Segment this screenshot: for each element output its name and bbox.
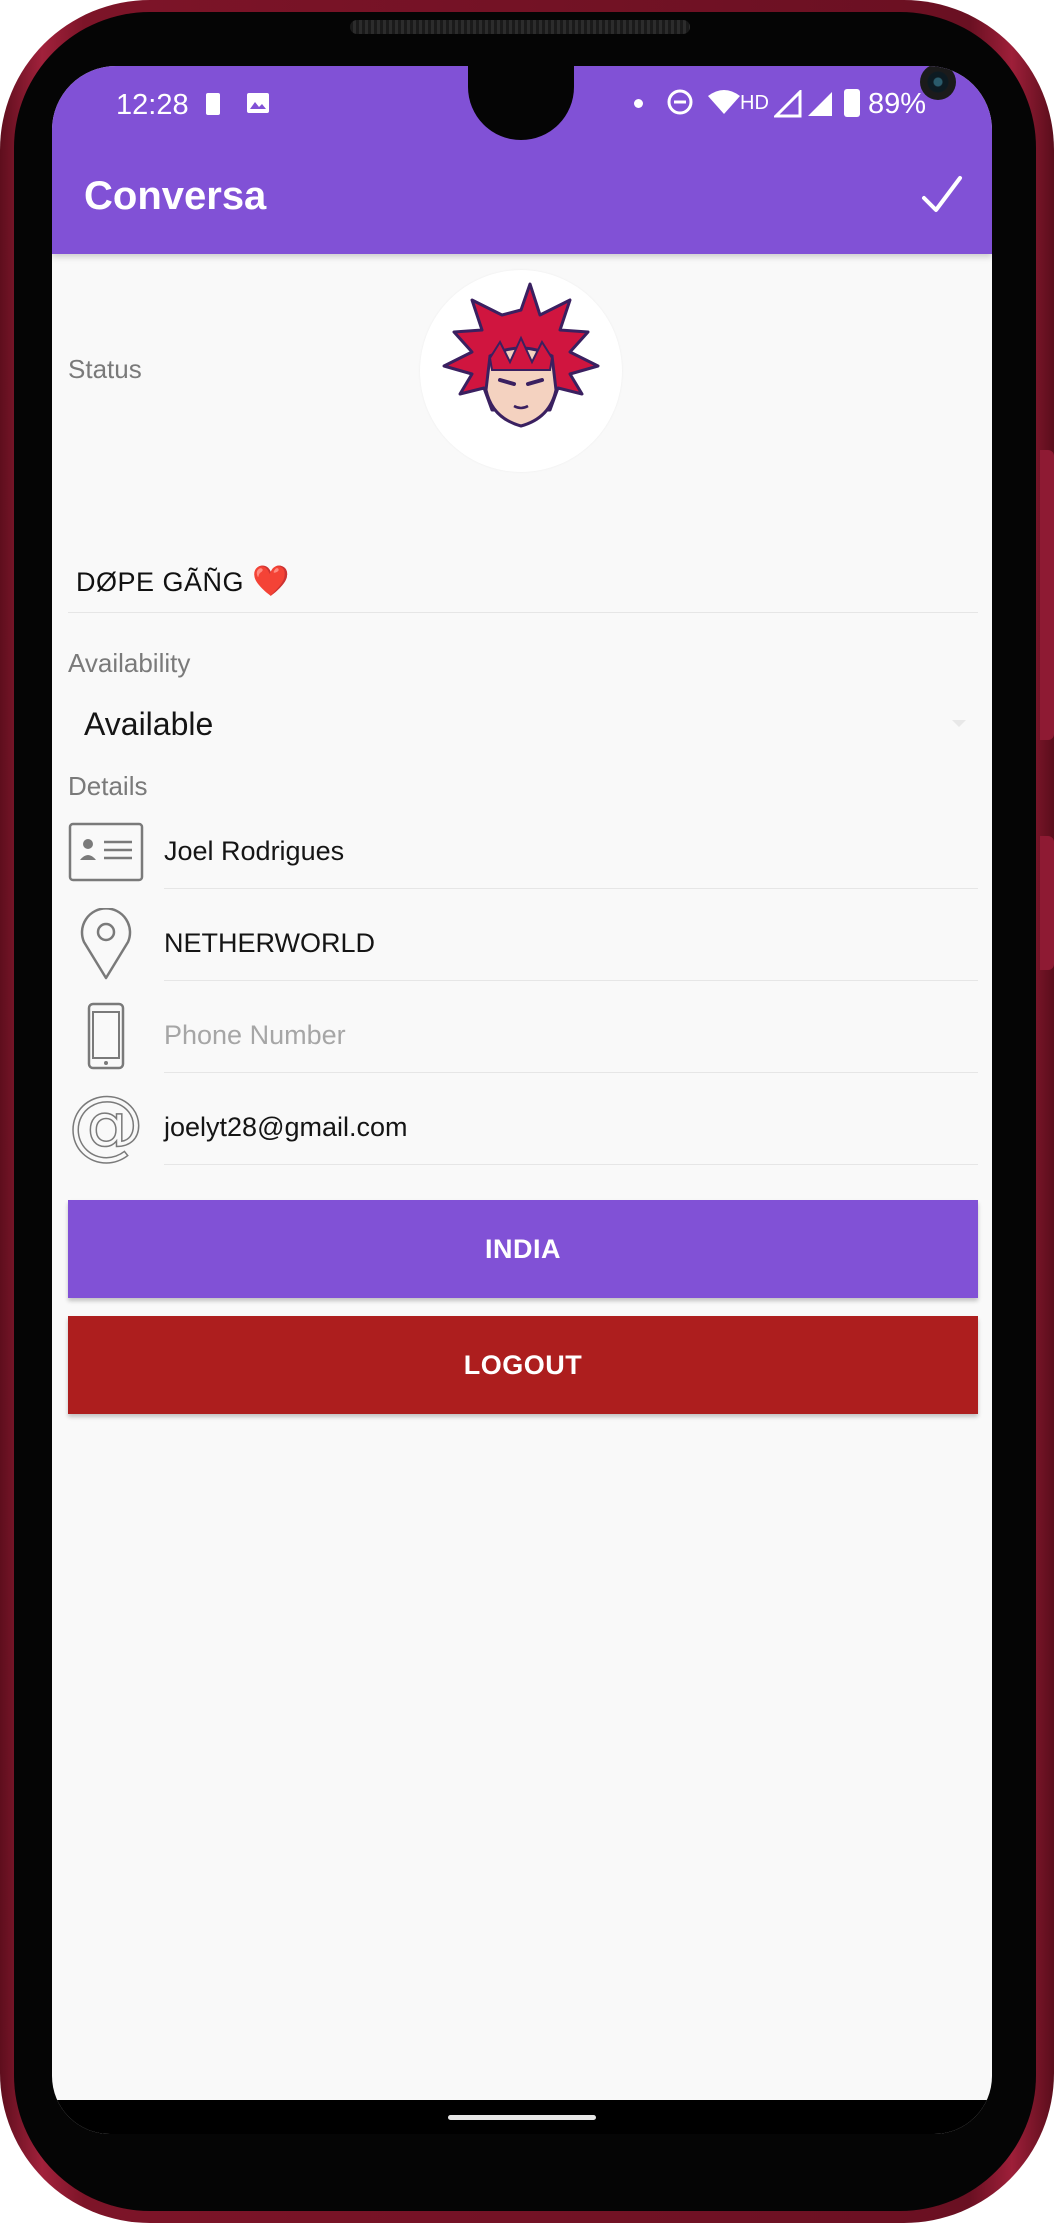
phone-screen: 12:28 HD 89% Conversa Status DØPE GÃÑG ❤… <box>52 66 992 2134</box>
location-value: NETHERWORLD <box>164 928 376 958</box>
country-button[interactable]: INDIA <box>68 1200 978 1298</box>
app-bar: 12:28 HD 89% Conversa <box>52 66 992 254</box>
status-label: Status <box>68 354 142 384</box>
details-label: Details <box>68 771 148 801</box>
phone-icon <box>87 1002 125 1070</box>
availability-label: Availability <box>68 648 191 678</box>
email-value: joelyt28@gmail.com <box>164 1112 408 1142</box>
battery-saver-icon <box>206 93 220 115</box>
battery-icon <box>844 89 860 117</box>
anime-avatar-icon <box>442 282 600 428</box>
name-row: Joel Rodrigues <box>68 806 978 892</box>
dropdown-arrow-icon <box>952 720 966 727</box>
check-icon[interactable] <box>918 172 966 220</box>
phone-field[interactable]: Phone Number <box>164 994 978 1073</box>
email-field[interactable]: joelyt28@gmail.com <box>164 1086 978 1165</box>
availability-selected: Available <box>84 706 214 742</box>
id-card-icon <box>68 822 144 882</box>
volume-button <box>1040 450 1054 740</box>
power-button <box>1040 836 1054 970</box>
app-title: Conversa <box>84 174 267 218</box>
battery-percent: 89% <box>868 88 927 120</box>
status-input[interactable]: DØPE GÃÑG ❤️ <box>68 550 978 613</box>
home-indicator[interactable] <box>448 2115 596 2120</box>
location-row: NETHERWORLD <box>68 898 978 984</box>
notification-dot-icon <box>634 99 643 108</box>
device-stage: 12:28 HD 89% Conversa Status DØPE GÃÑG ❤… <box>0 0 1054 2223</box>
do-not-disturb-icon <box>667 89 693 115</box>
phone-placeholder: Phone Number <box>164 1020 346 1050</box>
name-value: Joel Rodrigues <box>164 836 345 866</box>
logout-button[interactable]: LOGOUT <box>68 1316 978 1414</box>
status-value: DØPE GÃÑG ❤️ <box>76 565 290 598</box>
location-pin-icon <box>80 908 132 980</box>
wifi-icon <box>708 90 740 114</box>
hd-label: HD <box>740 92 769 114</box>
svg-text:@: @ <box>68 1092 144 1164</box>
at-sign-icon: @ <box>68 1092 144 1164</box>
email-row: @ joelyt28@gmail.com <box>68 1082 978 1168</box>
heart-emoji: ❤️ <box>252 565 290 598</box>
status-time: 12:28 <box>116 89 189 121</box>
signal-icon-2 <box>808 92 832 116</box>
phone-row: Phone Number <box>68 990 978 1076</box>
availability-dropdown[interactable]: Available <box>68 686 978 756</box>
profile-avatar[interactable] <box>420 270 622 472</box>
location-field[interactable]: NETHERWORLD <box>164 902 978 981</box>
image-notification-icon <box>247 93 269 113</box>
name-field[interactable]: Joel Rodrigues <box>164 810 978 889</box>
earpiece-speaker <box>350 20 690 34</box>
signal-icon <box>774 90 802 118</box>
